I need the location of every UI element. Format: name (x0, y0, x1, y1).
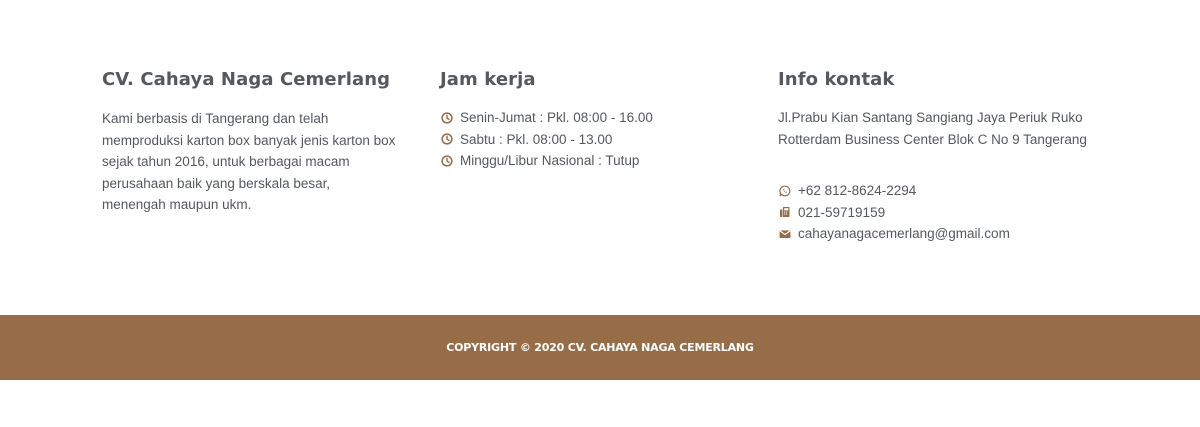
contact-email-label: cahayanagacemerlang@gmail.com (798, 226, 1010, 241)
hours-title: Jam kerja (440, 69, 536, 90)
contact-item-email[interactable]: cahayanagacemerlang@gmail.com (778, 223, 1108, 245)
about-column: CV. Cahaya Naga Cemerlang Kami berbasis … (102, 70, 402, 216)
contact-list: +62 812-8624-2294 021-59719159 cahayanag… (778, 180, 1108, 245)
fax-icon (778, 206, 791, 219)
footer-top-section: CV. Cahaya Naga Cemerlang Kami berbasis … (0, 0, 1200, 315)
hours-item-label: Senin-Jumat : Pkl. 08:00 - 16.00 (460, 110, 653, 125)
clock-icon (440, 154, 453, 167)
hours-item-sunday: Minggu/Libur Nasional : Tutup (440, 150, 740, 172)
about-description: Kami berbasis di Tangerang dan telah mem… (102, 111, 396, 212)
copyright-text: Copyright © 2020 CV. Cahaya Naga Cemerla… (446, 341, 754, 354)
contact-phone-label: +62 812-8624-2294 (798, 183, 917, 198)
contact-title: Info kontak (778, 69, 895, 90)
contact-column: Info kontak Jl.Prabu Kian Santang Sangia… (778, 70, 1108, 245)
hours-list: Senin-Jumat : Pkl. 08:00 - 16.00 Sabtu :… (440, 107, 740, 172)
hours-column: Jam kerja Senin-Jumat : Pkl. 08:00 - 16.… (440, 70, 740, 172)
copyright-bar: Copyright © 2020 CV. Cahaya Naga Cemerla… (0, 315, 1200, 380)
hours-item-label: Minggu/Libur Nasional : Tutup (460, 153, 640, 168)
contact-address: Jl.Prabu Kian Santang Sangiang Jaya Peri… (778, 110, 1087, 147)
hours-item-saturday: Sabtu : Pkl. 08:00 - 13.00 (440, 129, 740, 151)
envelope-icon (778, 227, 791, 240)
contact-item-phone[interactable]: +62 812-8624-2294 (778, 180, 1108, 202)
clock-icon (440, 133, 453, 146)
clock-icon (440, 111, 453, 124)
hours-item-label: Sabtu : Pkl. 08:00 - 13.00 (460, 131, 613, 147)
contact-item-fax[interactable]: 021-59719159 (778, 202, 1108, 224)
hours-item-weekday: Senin-Jumat : Pkl. 08:00 - 16.00 (440, 107, 740, 129)
about-title: CV. Cahaya Naga Cemerlang (102, 69, 391, 90)
whatsapp-icon (778, 184, 791, 197)
contact-fax-label: 021-59719159 (798, 204, 886, 220)
